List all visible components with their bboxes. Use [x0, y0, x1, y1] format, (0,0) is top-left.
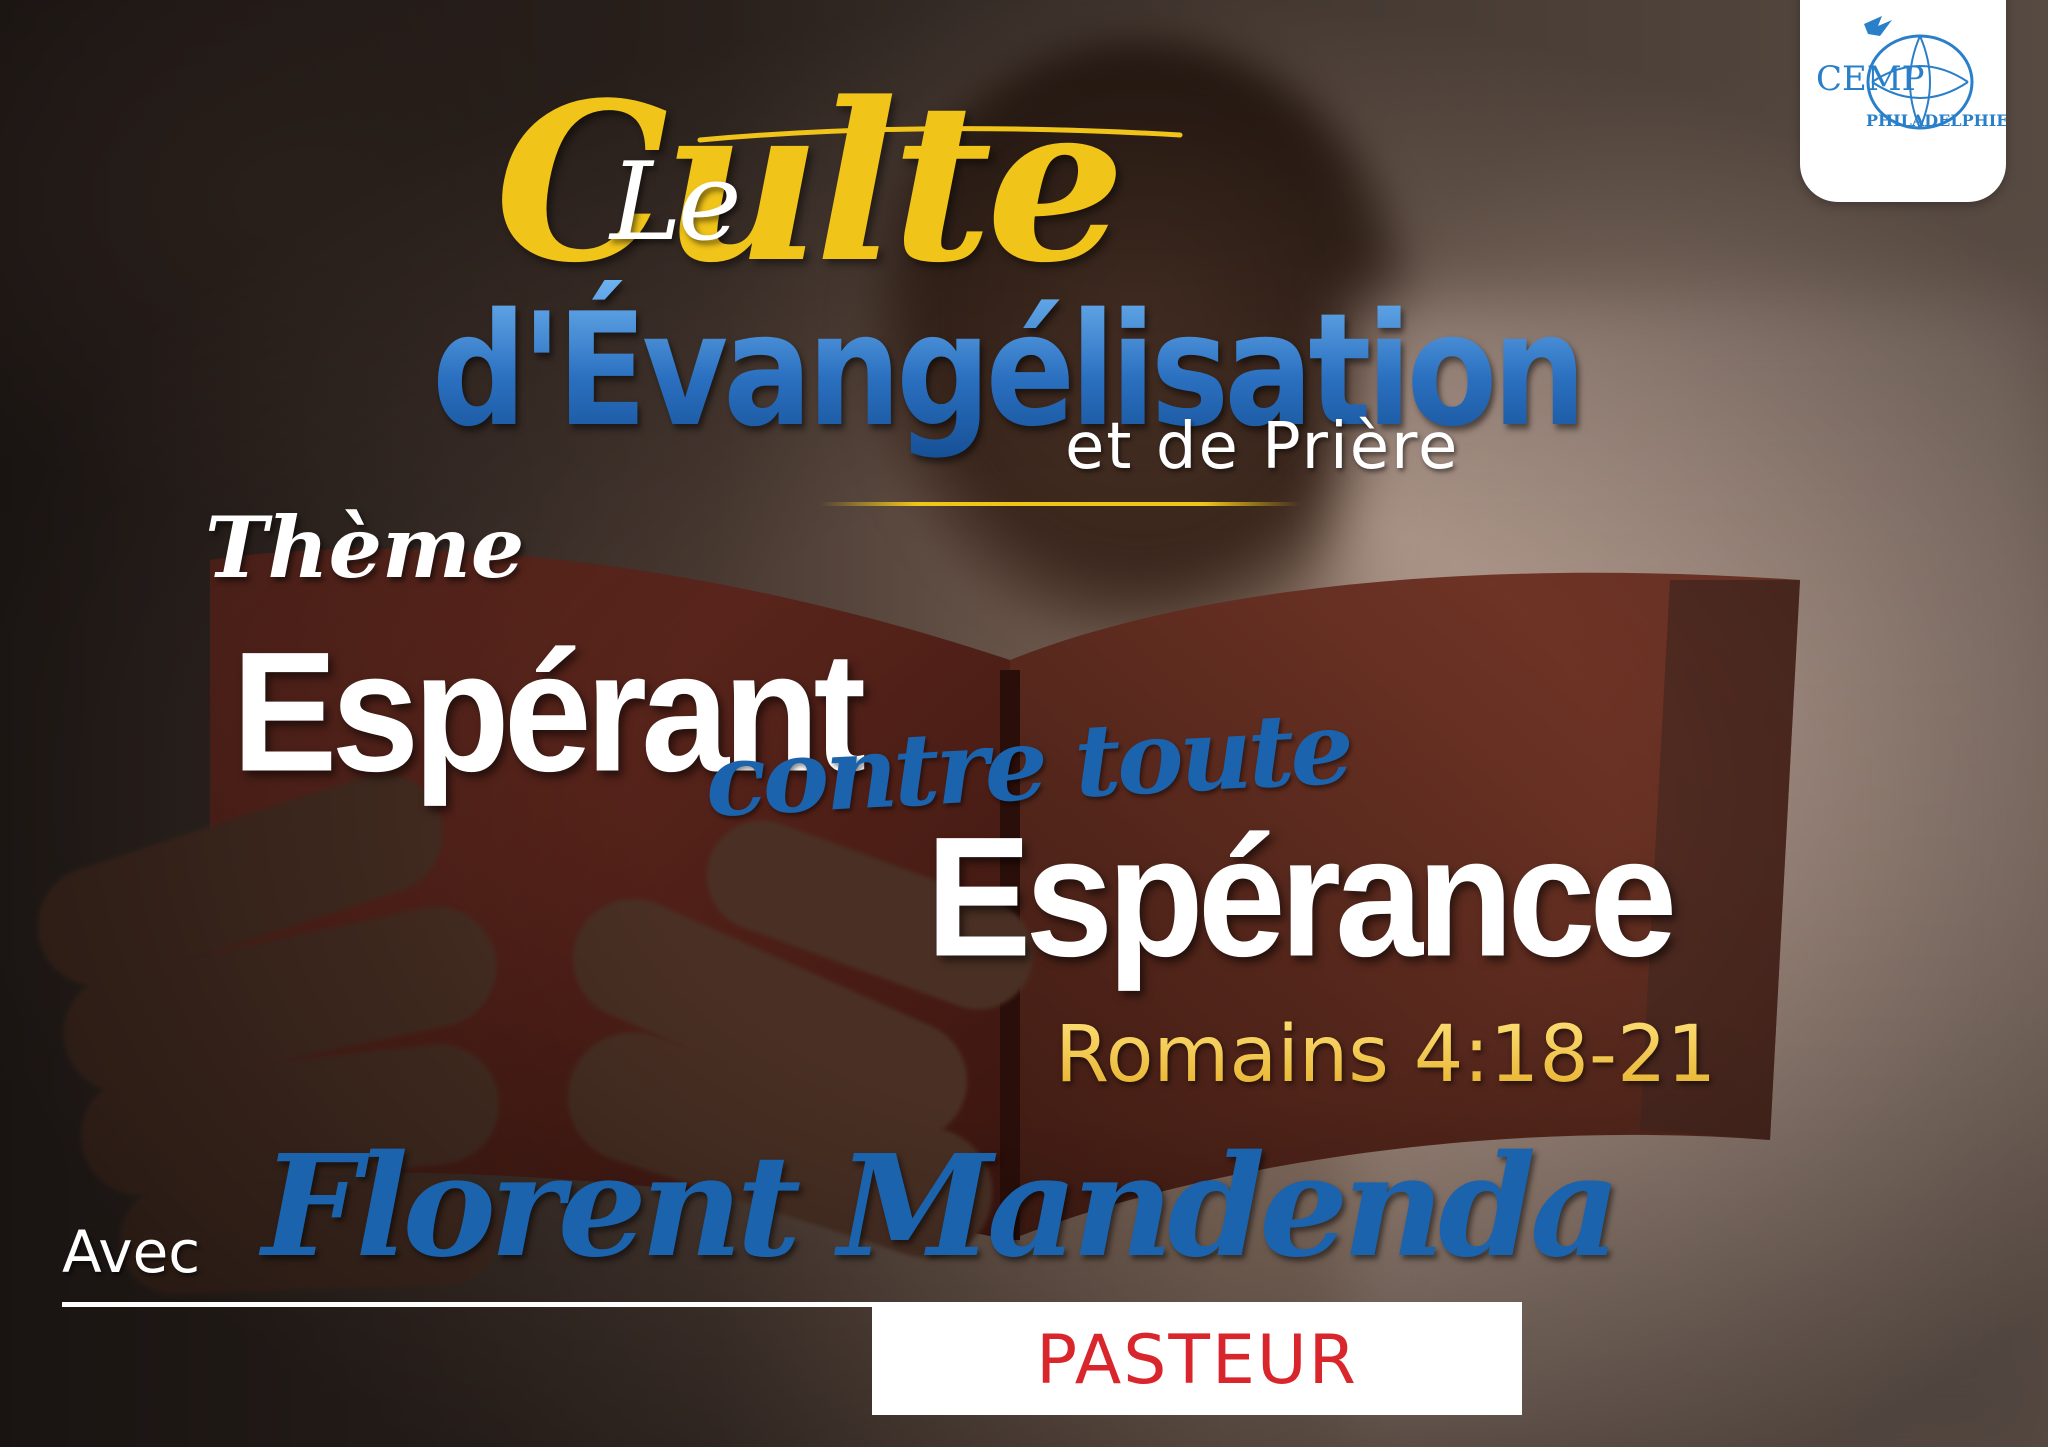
title-priere: et de Prière — [1065, 410, 1460, 484]
speaker-prefix: Avec — [62, 1218, 201, 1286]
gold-swoosh — [697, 126, 1183, 143]
speaker-role-box: PASTEUR — [872, 1307, 1522, 1415]
scripture-reference: Romains 4:18-21 — [1055, 1010, 1717, 1100]
dove-globe-icon: CEMP PHILADELPHIE — [1816, 16, 2006, 130]
gold-divider — [820, 502, 1300, 506]
theme-line3: Espérance — [926, 802, 1677, 993]
theme-label: Thème — [205, 498, 525, 597]
speaker-name: Florent Mandenda — [262, 1125, 1621, 1289]
church-logo: CEMP PHILADELPHIE — [1800, 0, 2006, 202]
logo-subtitle: PHILADELPHIE — [1866, 111, 2006, 130]
logo-text: CEMP — [1816, 59, 1925, 99]
title-le: Le — [610, 140, 742, 265]
speaker-role: PASTEUR — [1036, 1321, 1358, 1400]
